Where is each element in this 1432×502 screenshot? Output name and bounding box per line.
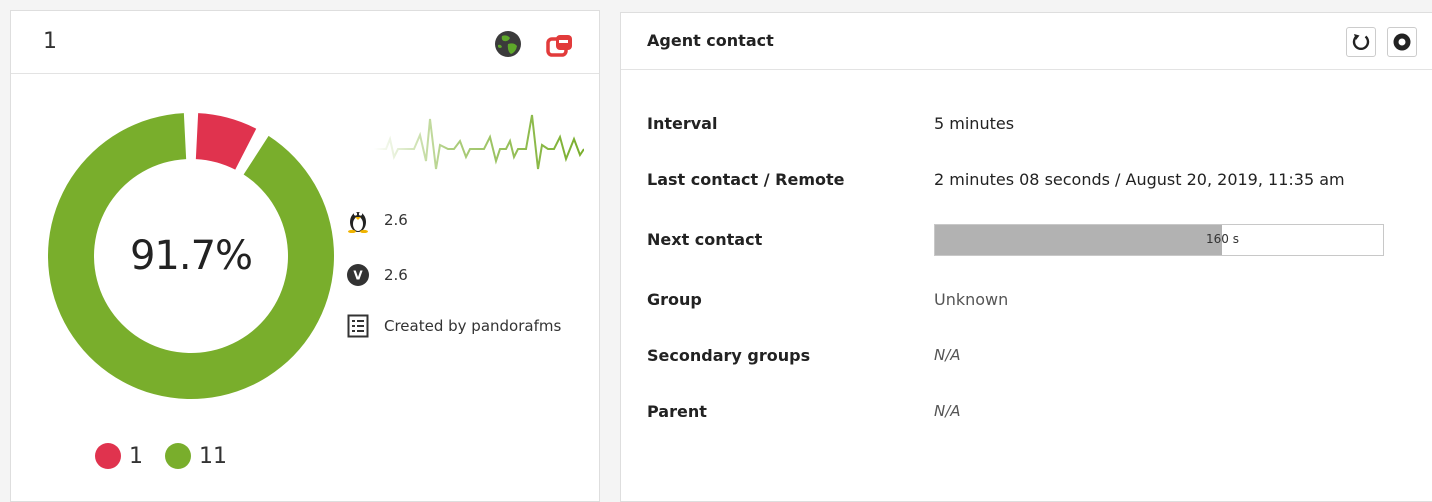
agent-contact-panel: Agent contact Interval 5 minutes Last co… bbox=[620, 12, 1432, 502]
agent-summary-header: 1 bbox=[11, 11, 599, 74]
refresh-icon bbox=[1352, 34, 1370, 51]
os-version: 2.6 bbox=[384, 211, 408, 229]
parent-label: Parent bbox=[647, 402, 707, 421]
activity-heartbeat-graph bbox=[374, 114, 584, 170]
secondary-groups-value: N/A bbox=[934, 346, 961, 364]
secondary-groups-label: Secondary groups bbox=[647, 346, 811, 365]
linux-tux-icon bbox=[346, 207, 370, 233]
interval-row: Interval 5 minutes bbox=[647, 114, 1014, 133]
critical-segment bbox=[195, 113, 257, 170]
agent-summary-panel: 1 91.7% 1 11 2.6 V 2.6 Created by pandor… bbox=[10, 10, 600, 502]
force-contact-button[interactable] bbox=[1387, 27, 1417, 57]
group-value: Unknown bbox=[934, 290, 1009, 309]
agent-version-row: V 2.6 bbox=[346, 262, 408, 288]
agent-description: Created by pandorafms bbox=[384, 317, 562, 335]
group-row: Group Unknown bbox=[647, 290, 1008, 309]
agent-contact-header: Agent contact bbox=[621, 13, 1432, 70]
next-contact-row: Next contact 160 s bbox=[647, 224, 1384, 256]
next-contact-value: 160 s bbox=[1206, 232, 1239, 246]
os-version-row: 2.6 bbox=[346, 207, 408, 233]
description-list-icon bbox=[346, 313, 370, 339]
panel-title: Agent contact bbox=[647, 31, 774, 50]
agent-name: 1 bbox=[43, 29, 57, 54]
agent-version-icon: V bbox=[346, 262, 370, 288]
refresh-button[interactable] bbox=[1346, 27, 1376, 57]
normal-count: 11 bbox=[199, 443, 227, 469]
next-contact-label: Next contact bbox=[647, 230, 763, 249]
secondary-groups-row: Secondary groups N/A bbox=[647, 346, 961, 365]
group-label: Group bbox=[647, 290, 702, 309]
svg-text:V: V bbox=[353, 269, 363, 283]
agent-version: 2.6 bbox=[384, 266, 408, 284]
critical-count: 1 bbox=[129, 443, 143, 469]
parent-value: N/A bbox=[934, 402, 961, 420]
normal-legend-dot bbox=[165, 443, 191, 469]
description-row: Created by pandorafms bbox=[346, 313, 561, 339]
interval-label: Interval bbox=[647, 114, 718, 133]
critical-legend-dot bbox=[95, 443, 121, 469]
last-contact-row: Last contact / Remote 2 minutes 08 secon… bbox=[647, 170, 1345, 189]
force-contact-icon bbox=[1393, 33, 1411, 51]
modules-legend: 1 11 bbox=[95, 443, 227, 469]
parent-row: Parent N/A bbox=[647, 402, 961, 421]
interval-value: 5 minutes bbox=[934, 114, 1015, 133]
status-percentage: 91.7% bbox=[129, 233, 253, 279]
last-contact-label: Last contact / Remote bbox=[647, 170, 845, 189]
globe-icon[interactable] bbox=[494, 30, 522, 58]
last-contact-value: 2 minutes 08 seconds / August 20, 2019, … bbox=[934, 170, 1345, 189]
remote-config-icon[interactable] bbox=[545, 30, 575, 60]
